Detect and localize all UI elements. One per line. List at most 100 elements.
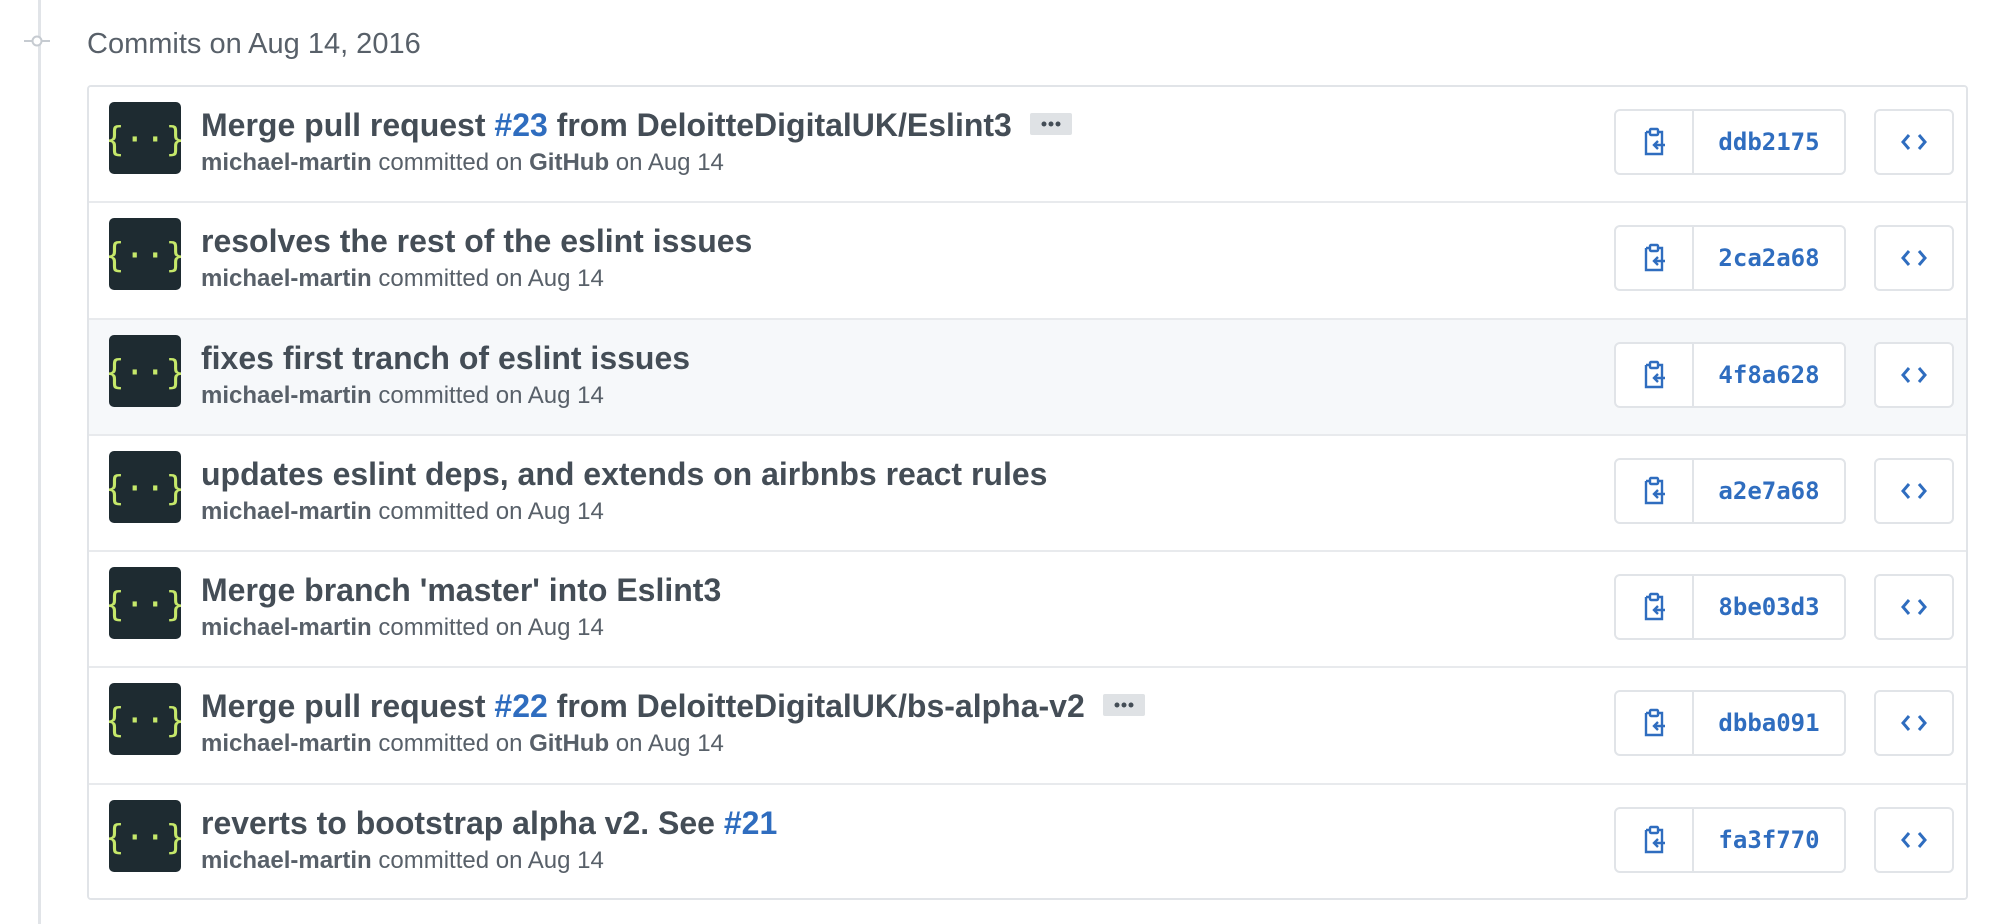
clipboard-copy-icon: [1644, 244, 1665, 272]
curly-braces-avatar-icon[interactable]: {··}: [109, 450, 181, 523]
code-browse-icon: [1901, 134, 1927, 150]
svg-text:{··}: {··}: [109, 236, 181, 276]
issue-link[interactable]: #21: [724, 805, 777, 841]
sha-button-group: 2ca2a68: [1614, 225, 1846, 292]
commit-sha-link[interactable]: a2e7a68: [1694, 460, 1844, 522]
copy-sha-button[interactable]: [1616, 576, 1694, 639]
commit-date: on Aug 14: [609, 149, 724, 176]
commit-row: {··} reverts to bootstrap alpha v2. See …: [89, 784, 1966, 898]
commit-title-text[interactable]: fixes first tranch of eslint issues: [201, 340, 690, 376]
commit-title-text[interactable]: updates eslint deps, and extends on airb…: [201, 456, 1047, 492]
browse-code-button[interactable]: [1874, 690, 1954, 757]
code-browse-icon: [1901, 366, 1927, 383]
author-name[interactable]: michael-martin: [201, 265, 372, 292]
commit-sha-link[interactable]: fa3f770: [1694, 809, 1844, 871]
svg-text:{··}: {··}: [109, 353, 181, 393]
clipboard-copy-icon: [1644, 476, 1665, 505]
curly-braces-avatar-icon[interactable]: {··}: [109, 334, 181, 407]
ellipsis-icon[interactable]: [1102, 694, 1145, 717]
curly-braces-avatar-icon[interactable]: {··}: [109, 567, 181, 640]
commit-title[interactable]: reverts to bootstrap alpha v2. See #21: [201, 803, 777, 843]
commit-meta: michael-martin committed on GitHub on Au…: [201, 729, 724, 759]
author-name[interactable]: michael-martin: [201, 382, 372, 409]
pull-request-link[interactable]: #23: [494, 107, 547, 143]
commit-meta: michael-martin committed on Aug 14: [201, 381, 604, 411]
commit-title[interactable]: Merge pull request #23 from DeloitteDigi…: [201, 105, 1072, 145]
commit-title-text[interactable]: resolves the rest of the eslint issues: [201, 223, 752, 259]
sha-button-group: 4f8a628: [1614, 341, 1846, 408]
commit-meta: michael-martin committed on Aug 14: [201, 497, 604, 527]
committer-name: GitHub: [529, 149, 610, 176]
browse-code-button[interactable]: [1874, 225, 1954, 292]
clipboard-copy-icon: [1644, 825, 1665, 853]
commit-title[interactable]: Merge branch 'master' into Eslint3: [201, 570, 721, 610]
code-browse-icon: [1901, 715, 1927, 732]
sha-button-group: fa3f770: [1614, 806, 1846, 873]
committed-text: committed on Aug 14: [371, 846, 604, 874]
code-browse-icon: [1901, 831, 1927, 848]
svg-text:{··}: {··}: [109, 701, 181, 741]
pull-request-link[interactable]: #22: [494, 688, 547, 724]
committed-text: committed on Aug 14: [371, 381, 604, 409]
git-commit-icon: [24, 34, 50, 47]
committed-text: committed on: [371, 149, 530, 176]
committer-name: GitHub: [529, 730, 610, 758]
curly-braces-avatar-icon[interactable]: {··}: [109, 683, 181, 756]
commit-row: {··} resolves the rest of the eslint iss…: [89, 203, 1966, 320]
commit-title-text[interactable]: Merge branch 'master' into Eslint3: [201, 572, 721, 608]
commit-sha-link[interactable]: 2ca2a68: [1694, 227, 1844, 289]
code-browse-icon: [1901, 482, 1927, 499]
commit-title[interactable]: fixes first tranch of eslint issues: [201, 338, 690, 378]
browse-code-button[interactable]: [1874, 806, 1954, 873]
sha-button-group: a2e7a68: [1614, 457, 1846, 524]
copy-sha-button[interactable]: [1616, 227, 1694, 290]
browse-code-button[interactable]: [1874, 341, 1954, 408]
curly-braces-avatar-icon[interactable]: {··}: [109, 799, 181, 872]
commit-row: {··} Merge pull request #23 from Deloitt…: [89, 87, 1966, 204]
author-name[interactable]: michael-martin: [201, 149, 372, 176]
copy-sha-button[interactable]: [1616, 808, 1694, 871]
author-name[interactable]: michael-martin: [201, 614, 372, 641]
clipboard-copy-icon: [1644, 127, 1665, 156]
commit-sha-link[interactable]: 4f8a628: [1694, 344, 1844, 406]
browse-code-button[interactable]: [1874, 574, 1954, 641]
svg-text:{··}: {··}: [109, 818, 181, 858]
browse-code-button[interactable]: [1874, 457, 1954, 524]
timeline-line: [38, 0, 41, 924]
commit-meta: michael-martin committed on Aug 14: [201, 846, 604, 876]
svg-text:{··}: {··}: [109, 469, 181, 509]
commit-title[interactable]: Merge pull request #22 from DeloitteDigi…: [201, 686, 1145, 726]
commit-title-text[interactable]: from DeloitteDigitalUK/bs-alpha-v2: [548, 688, 1085, 724]
commit-sha-link[interactable]: 8be03d3: [1694, 576, 1844, 638]
ellipsis-icon[interactable]: [1029, 112, 1072, 135]
author-name[interactable]: michael-martin: [201, 730, 372, 757]
commit-title[interactable]: updates eslint deps, and extends on airb…: [201, 454, 1047, 494]
code-browse-icon: [1901, 250, 1927, 267]
commit-date: on Aug 14: [609, 730, 724, 758]
commit-row: {··} updates eslint deps, and extends on…: [89, 435, 1966, 553]
commit-sha-link[interactable]: ddb2175: [1694, 111, 1844, 173]
clipboard-copy-icon: [1644, 592, 1665, 621]
copy-sha-button[interactable]: [1616, 692, 1694, 755]
curly-braces-avatar-icon[interactable]: {··}: [109, 102, 181, 174]
clipboard-copy-icon: [1644, 709, 1665, 737]
commit-title-text[interactable]: Merge pull request: [201, 107, 494, 143]
copy-sha-button[interactable]: [1616, 111, 1694, 173]
svg-text:{··}: {··}: [109, 120, 181, 160]
curly-braces-avatar-icon[interactable]: {··}: [109, 218, 181, 291]
sha-button-group: dbba091: [1614, 690, 1846, 757]
browse-code-button[interactable]: [1874, 109, 1954, 175]
commit-title[interactable]: resolves the rest of the eslint issues: [201, 221, 752, 261]
commit-title-text[interactable]: Merge pull request: [201, 688, 494, 724]
svg-text:{··}: {··}: [109, 585, 181, 625]
author-name[interactable]: michael-martin: [201, 498, 372, 525]
code-browse-icon: [1901, 599, 1927, 616]
commit-row: {··} fixes first tranch of eslint issues…: [89, 319, 1966, 436]
copy-sha-button[interactable]: [1616, 343, 1694, 406]
commit-title-text[interactable]: from DeloitteDigitalUK/Eslint3: [548, 107, 1012, 143]
author-name[interactable]: michael-martin: [201, 847, 372, 874]
clipboard-copy-icon: [1644, 360, 1665, 388]
commit-sha-link[interactable]: dbba091: [1694, 692, 1844, 754]
commit-title-text[interactable]: reverts to bootstrap alpha v2. See: [201, 805, 724, 841]
copy-sha-button[interactable]: [1616, 459, 1694, 522]
